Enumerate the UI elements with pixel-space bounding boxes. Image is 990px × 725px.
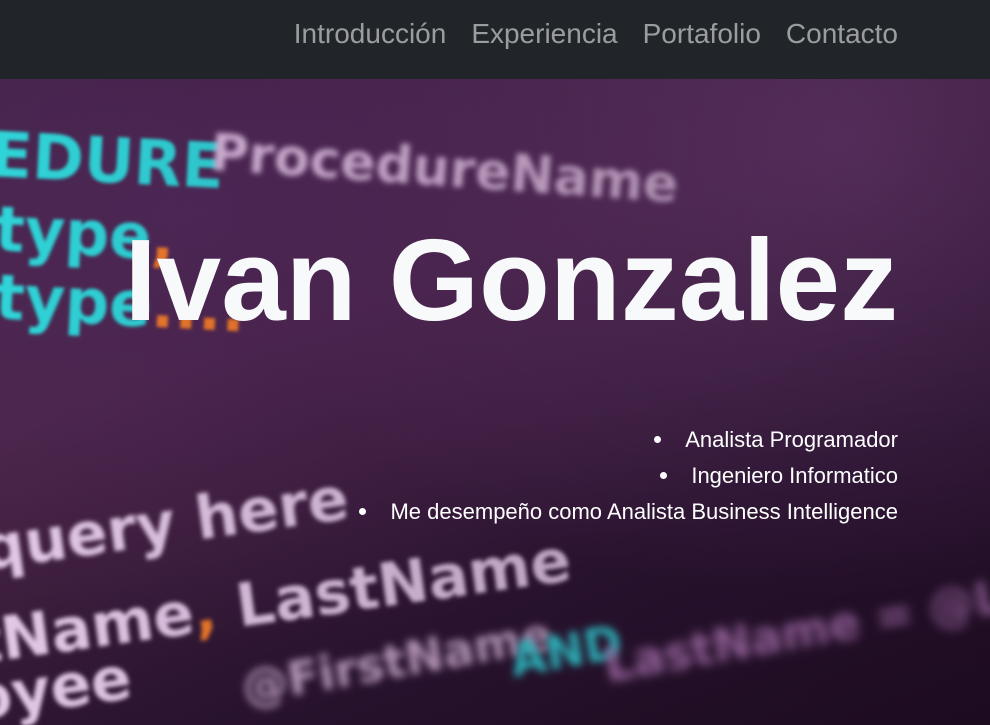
nav-link-portafolio[interactable]: Portafolio xyxy=(643,18,761,50)
nav-link-introduccion[interactable]: Introducción xyxy=(294,18,447,50)
hero-overlay xyxy=(0,79,990,725)
list-item: Ingeniero Informatico xyxy=(359,458,898,494)
bullet-icon xyxy=(654,435,662,443)
hero-section: EDURE ProcedureName type, type.... query… xyxy=(0,79,990,725)
list-item: Analista Programador xyxy=(359,422,898,458)
nav-link-contacto[interactable]: Contacto xyxy=(786,18,898,50)
roles-list: Analista Programador Ingeniero Informati… xyxy=(359,422,898,530)
list-item: Me desempeño como Analista Business Inte… xyxy=(359,494,898,530)
top-navbar: Introducción Experiencia Portafolio Cont… xyxy=(0,0,990,79)
hero-title: Ivan Gonzalez xyxy=(124,215,898,345)
nav-link-experiencia[interactable]: Experiencia xyxy=(471,18,617,50)
bullet-icon xyxy=(660,471,668,479)
bullet-icon xyxy=(359,507,367,515)
